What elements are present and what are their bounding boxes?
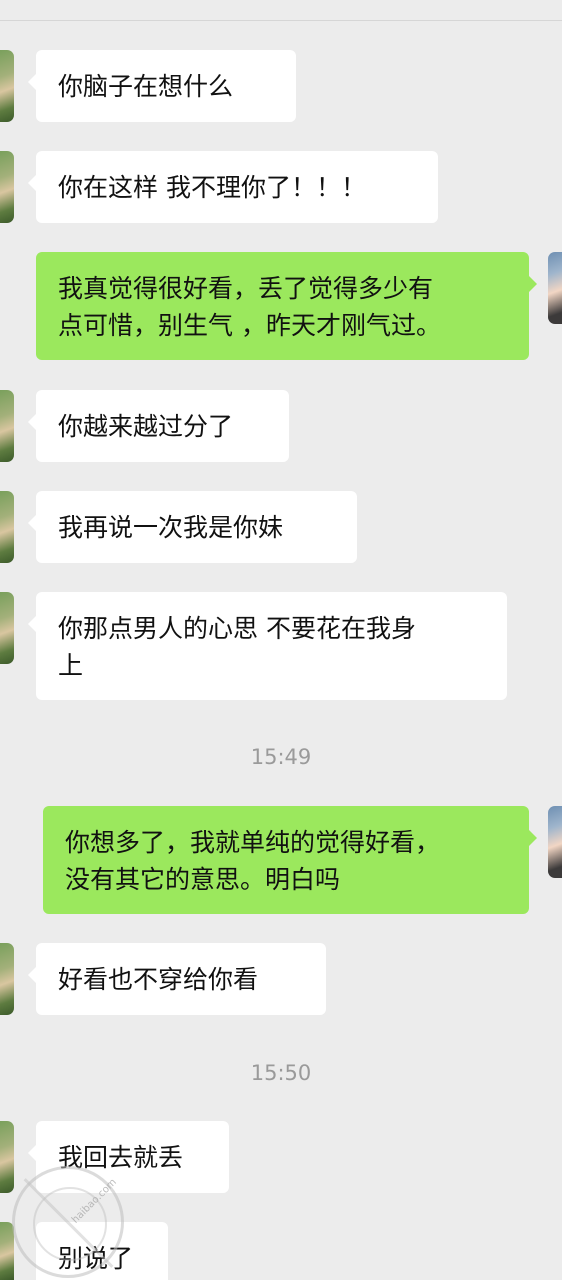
contact-avatar[interactable] (0, 491, 14, 563)
contact-avatar[interactable] (0, 943, 14, 1015)
top-divider (0, 20, 562, 21)
incoming-message-bubble[interactable]: 你那点男人的心思 不要花在我身 上 (28, 592, 507, 700)
incoming-message-bubble[interactable]: 你在这样 我不理你了！！！ (28, 151, 438, 223)
incoming-message-bubble[interactable]: 好看也不穿给你看 (28, 943, 326, 1015)
incoming-message-bubble[interactable]: 我再说一次我是你妹 (28, 491, 357, 563)
contact-avatar[interactable] (0, 151, 14, 223)
outgoing-message-bubble[interactable]: 我真觉得很好看，丢了觉得多少有 点可惜，别生气 ，昨天才刚气过。 (36, 252, 537, 360)
incoming-message-bubble[interactable]: 你越来越过分了 (28, 390, 289, 462)
contact-avatar[interactable] (0, 592, 14, 664)
contact-avatar[interactable] (0, 390, 14, 462)
self-avatar[interactable] (548, 252, 562, 324)
self-avatar[interactable] (548, 806, 562, 878)
contact-avatar[interactable] (0, 1121, 14, 1193)
outgoing-message-bubble[interactable]: 你想多了，我就单纯的觉得好看， 没有其它的意思。明白吗 (43, 806, 537, 914)
contact-avatar[interactable] (0, 50, 14, 122)
timestamp: 15:50 (250, 1061, 312, 1085)
incoming-message-bubble[interactable]: 你脑子在想什么 (28, 50, 296, 122)
timestamp: 15:49 (250, 745, 312, 769)
